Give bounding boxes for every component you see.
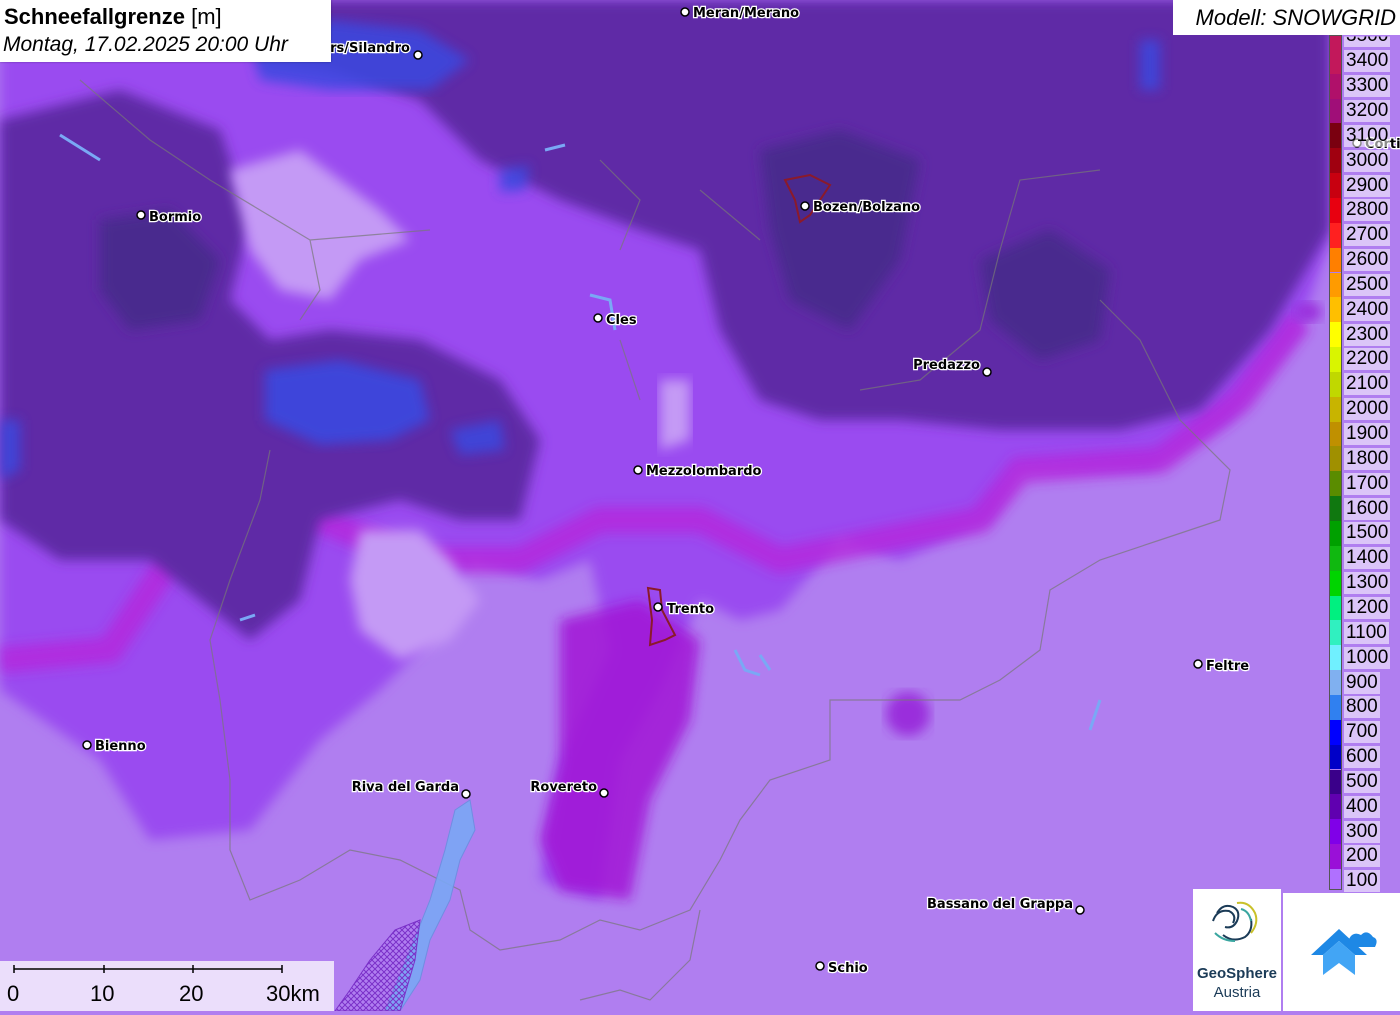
scale-label-30: 30km (266, 981, 320, 1006)
geosphere-logo[interactable]: GeoSphere Austria (1193, 889, 1281, 1011)
city-label-bienno: Bienno (95, 739, 146, 754)
city-dot (680, 7, 690, 17)
city-dot (413, 50, 423, 60)
legend-label: 1700 (1344, 472, 1391, 495)
legend-label: 700 (1344, 721, 1380, 744)
legend-label: 600 (1344, 746, 1380, 769)
legend-label: 3400 (1344, 50, 1391, 73)
color-legend: 3500 3400 3300 3200 3100 3000 2900 2800 2700 2600… (1329, 35, 1400, 893)
scale-label-0: 0 (7, 981, 20, 1006)
legend-label: 2200 (1344, 348, 1391, 371)
legend-label: 3200 (1344, 99, 1391, 122)
city-label-schio: Schio (828, 961, 868, 976)
legend-bar (1329, 35, 1342, 890)
title-box: Schneefallgrenze [m] Montag, 17.02.2025 … (0, 0, 331, 62)
map-title: Schneefallgrenze [m] (4, 4, 222, 30)
city-label-feltre: Feltre (1206, 659, 1249, 674)
city-dot (593, 313, 603, 323)
city-label-mezzolombardo: Mezzolombardo (646, 464, 762, 479)
legend-label: 300 (1344, 820, 1380, 843)
legend-label: 3100 (1344, 124, 1391, 147)
legend-label: 800 (1344, 696, 1380, 719)
city-label-meran: Meran/Merano (693, 6, 799, 21)
scale-label-10: 10 (90, 981, 115, 1006)
legend-label: 3000 (1344, 149, 1391, 172)
city-dot (800, 201, 810, 211)
city-dot (815, 961, 825, 971)
city-label-bormio: Bormio (149, 210, 201, 225)
snowfall-map[interactable]: Meran/Merano ers/Silandro Bormio Bozen/B… (0, 0, 1400, 1011)
cloud-arrow-icon (1311, 929, 1377, 975)
legend-label: 2100 (1344, 373, 1391, 396)
legend-label: 200 (1344, 845, 1380, 868)
city-label-riva: Riva del Garda (352, 780, 459, 795)
city-dot (461, 789, 471, 799)
scale-label-20: 20 (179, 981, 204, 1006)
legend-label: 100 (1344, 870, 1380, 893)
city-label-cles: Cles (606, 313, 637, 328)
legend-label: 2700 (1344, 224, 1391, 247)
legend-label: 2800 (1344, 199, 1391, 222)
geosphere-logo-line2: Austria (1213, 984, 1261, 1001)
geosphere-logo-line1: GeoSphere (1196, 965, 1278, 982)
legend-label: 1100 (1344, 621, 1389, 644)
city-dot (1193, 659, 1203, 669)
legend-label: 2400 (1344, 298, 1391, 321)
city-dot (1075, 905, 1085, 915)
legend-label: 1500 (1344, 522, 1391, 545)
legend-label: 1200 (1344, 596, 1391, 619)
weather-app-logo[interactable] (1283, 893, 1400, 1011)
legend-label: 2000 (1344, 398, 1391, 421)
city-dot (653, 602, 663, 612)
geosphere-emblem-icon (1212, 901, 1258, 942)
city-dot (633, 465, 643, 475)
zone-spot-east (886, 692, 930, 736)
legend-label: 2500 (1344, 273, 1391, 296)
city-label-bassano: Bassano del Grappa (927, 897, 1073, 912)
city-label-bolzano: Bozen/Bolzano (813, 200, 920, 215)
zone-light-island-3 (660, 380, 690, 450)
legend-label: 1000 (1344, 646, 1391, 669)
legend-label: 900 (1344, 671, 1380, 694)
legend-label: 2600 (1344, 249, 1391, 272)
city-label-trento: Trento (667, 602, 714, 617)
city-dot (599, 788, 609, 798)
scale-bar: 0 10 20 30km (0, 961, 334, 1011)
legend-label: 500 (1344, 770, 1380, 793)
legend-label: 1900 (1344, 423, 1391, 446)
legend-label: 1800 (1344, 447, 1391, 470)
city-dot (136, 210, 146, 220)
legend-label: 1600 (1344, 497, 1391, 520)
legend-label: 1300 (1344, 572, 1391, 595)
zone-spot-far-east (1294, 302, 1322, 322)
model-label: Modell: SNOWGRID (1195, 5, 1396, 30)
legend-label: 1400 (1344, 547, 1391, 570)
legend-label: 400 (1344, 795, 1380, 818)
city-label-silandro: ers/Silandro (321, 41, 410, 56)
city-label-predazzo: Predazzo (913, 358, 980, 373)
variable-name: Schneefallgrenze (4, 4, 185, 29)
city-dot (82, 740, 92, 750)
legend-label: 3300 (1344, 75, 1391, 98)
model-box: Modell: SNOWGRID (1173, 0, 1400, 35)
variable-unit: [m] (191, 4, 222, 29)
city-label-rovereto: Rovereto (530, 780, 597, 795)
legend-label: 2300 (1344, 323, 1391, 346)
map-datetime: Montag, 17.02.2025 20:00 Uhr (3, 33, 288, 56)
legend-label: 2900 (1344, 174, 1391, 197)
city-dot (982, 367, 992, 377)
